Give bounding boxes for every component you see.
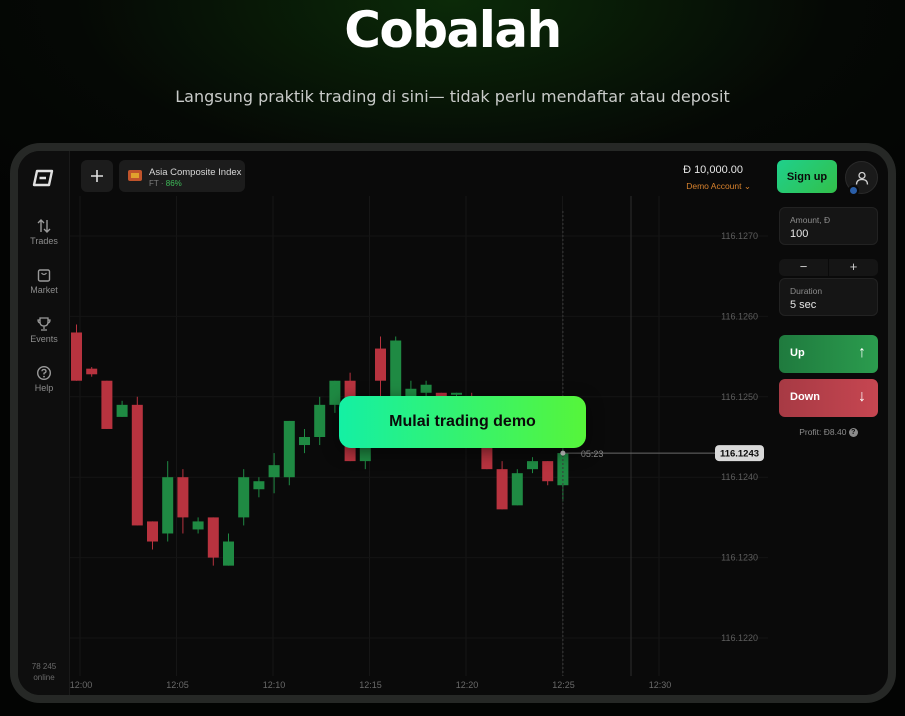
- up-label: Up: [790, 347, 805, 359]
- hero-title: Cobalah: [344, 1, 562, 59]
- trading-screen: 12:00 12:05 12:10 12:15 12:20 12:25 12:30 116.1…: [18, 151, 888, 695]
- candle-body: [268, 465, 280, 478]
- price-dot: [560, 450, 566, 456]
- decrease-amount-button[interactable]: −: [779, 259, 829, 276]
- x-tick-label: 12:15: [359, 680, 382, 690]
- user-avatar[interactable]: [845, 161, 878, 196]
- online-count: 78 245: [31, 662, 57, 671]
- duration-value: 5 sec: [790, 299, 817, 311]
- arrows-up-down-icon: [37, 219, 51, 233]
- help-icon[interactable]: ?: [848, 428, 858, 438]
- arrow-up-icon: ↑: [858, 344, 866, 361]
- candle-body: [177, 477, 189, 518]
- asset-flag-icon: [128, 170, 142, 181]
- start-demo-button[interactable]: Mulai trading demo: [339, 396, 586, 448]
- asset-selector[interactable]: Asia Composite Index FT · 86%: [119, 160, 245, 192]
- sidebar-item-help[interactable]: Help: [18, 365, 70, 393]
- asset-type: FT: [149, 179, 159, 188]
- countdown-timer: 05:23: [581, 449, 604, 459]
- candle-body: [238, 477, 250, 518]
- y-tick-label: 116.1240: [721, 472, 758, 482]
- sidebar-item-label: Help: [34, 383, 54, 393]
- account-type-dropdown[interactable]: Demo Account ⌄: [686, 181, 751, 192]
- sidebar-item-events[interactable]: Events: [18, 316, 70, 344]
- y-tick-label: 116.1230: [721, 553, 758, 563]
- candle-body: [207, 517, 219, 558]
- sidebar-item-label: Events: [30, 334, 58, 344]
- account-balance: Đ 10,000.00: [683, 164, 743, 176]
- amount-field[interactable]: Amount, Đ 100: [779, 207, 878, 245]
- sidebar-item-label: Market: [30, 285, 58, 295]
- candle-body: [223, 541, 234, 566]
- y-tick-label: 116.1250: [721, 392, 758, 402]
- amount-stepper: − +: [779, 259, 878, 276]
- trophy-icon: [37, 317, 51, 331]
- amount-label: Amount, Đ: [790, 215, 831, 225]
- up-button[interactable]: Up ↑: [779, 335, 878, 373]
- candle-body: [511, 473, 523, 506]
- user-icon: [855, 171, 868, 185]
- sidebar-item-trades[interactable]: Trades: [18, 218, 70, 246]
- help-circle-icon: [36, 365, 52, 381]
- y-tick-label: 116.1270: [721, 231, 758, 241]
- duration-field[interactable]: Duration 5 sec: [779, 278, 878, 316]
- x-tick-label: 12:05: [166, 680, 189, 690]
- sidebar-item-market[interactable]: Market: [18, 267, 70, 295]
- asset-payout: 86%: [165, 179, 182, 188]
- candle-body: [131, 404, 143, 526]
- candle-body: [162, 477, 174, 534]
- candle-body: [101, 380, 113, 429]
- x-tick-label: 12:20: [456, 680, 479, 690]
- y-tick-label: 116.1260: [721, 311, 758, 321]
- profit-value: Profit: Đ8.40: [799, 427, 847, 437]
- amount-value: 100: [790, 228, 809, 240]
- x-tick-label: 12:25: [552, 680, 575, 690]
- x-tick-label: 12:00: [70, 680, 93, 690]
- candle-body: [71, 332, 82, 381]
- online-counter: 78 245 online: [18, 661, 70, 683]
- x-tick-label: 12:30: [649, 680, 672, 690]
- market-bag-icon: [37, 269, 51, 282]
- account-type: Demo Account: [686, 181, 742, 191]
- candle-body: [329, 380, 341, 405]
- candle-body: [86, 368, 98, 375]
- candle-body: [451, 392, 462, 395]
- brand-logo-icon[interactable]: [30, 169, 56, 192]
- chevron-down-icon: ⌄: [743, 181, 751, 191]
- profit-info: Profit: Đ8.40 ?: [779, 427, 878, 438]
- candle-body: [283, 420, 295, 478]
- device-frame: 12:00 12:05 12:10 12:15 12:20 12:25 12:30 116.1…: [10, 143, 896, 703]
- arrow-down-icon: ↓: [858, 388, 866, 405]
- candle-body: [527, 461, 538, 470]
- hero-subtitle: Langsung praktik trading di sini— tidak …: [175, 87, 730, 106]
- online-label: online: [33, 673, 55, 682]
- down-label: Down: [790, 391, 820, 403]
- increase-amount-button[interactable]: +: [829, 259, 878, 276]
- add-asset-button[interactable]: [81, 160, 113, 192]
- candle-body: [375, 348, 386, 381]
- candle-body: [314, 404, 326, 437]
- duration-label: Duration: [790, 286, 823, 296]
- plus-icon: [91, 170, 103, 182]
- candle-body: [299, 437, 310, 446]
- y-tick-label: 116.1220: [721, 633, 758, 643]
- sidebar-item-label: Trades: [30, 236, 58, 246]
- candle-body: [116, 404, 128, 417]
- asset-meta: FT · 86%: [149, 179, 182, 188]
- candle-body: [542, 461, 554, 482]
- candle-body: [496, 469, 508, 510]
- x-tick-label: 12:10: [263, 680, 286, 690]
- current-price-label: 116.1243: [720, 449, 759, 460]
- status-badge: [848, 185, 859, 196]
- down-button[interactable]: Down ↓: [779, 379, 878, 417]
- candle-body: [253, 481, 265, 490]
- asset-name: Asia Composite Index: [149, 167, 242, 178]
- candle-body: [192, 521, 204, 530]
- candle-body: [420, 384, 432, 393]
- sidebar: Trades Market Events Help 78 245 online: [18, 151, 70, 695]
- candle-body: [147, 521, 158, 542]
- sign-up-button[interactable]: Sign up: [777, 160, 837, 193]
